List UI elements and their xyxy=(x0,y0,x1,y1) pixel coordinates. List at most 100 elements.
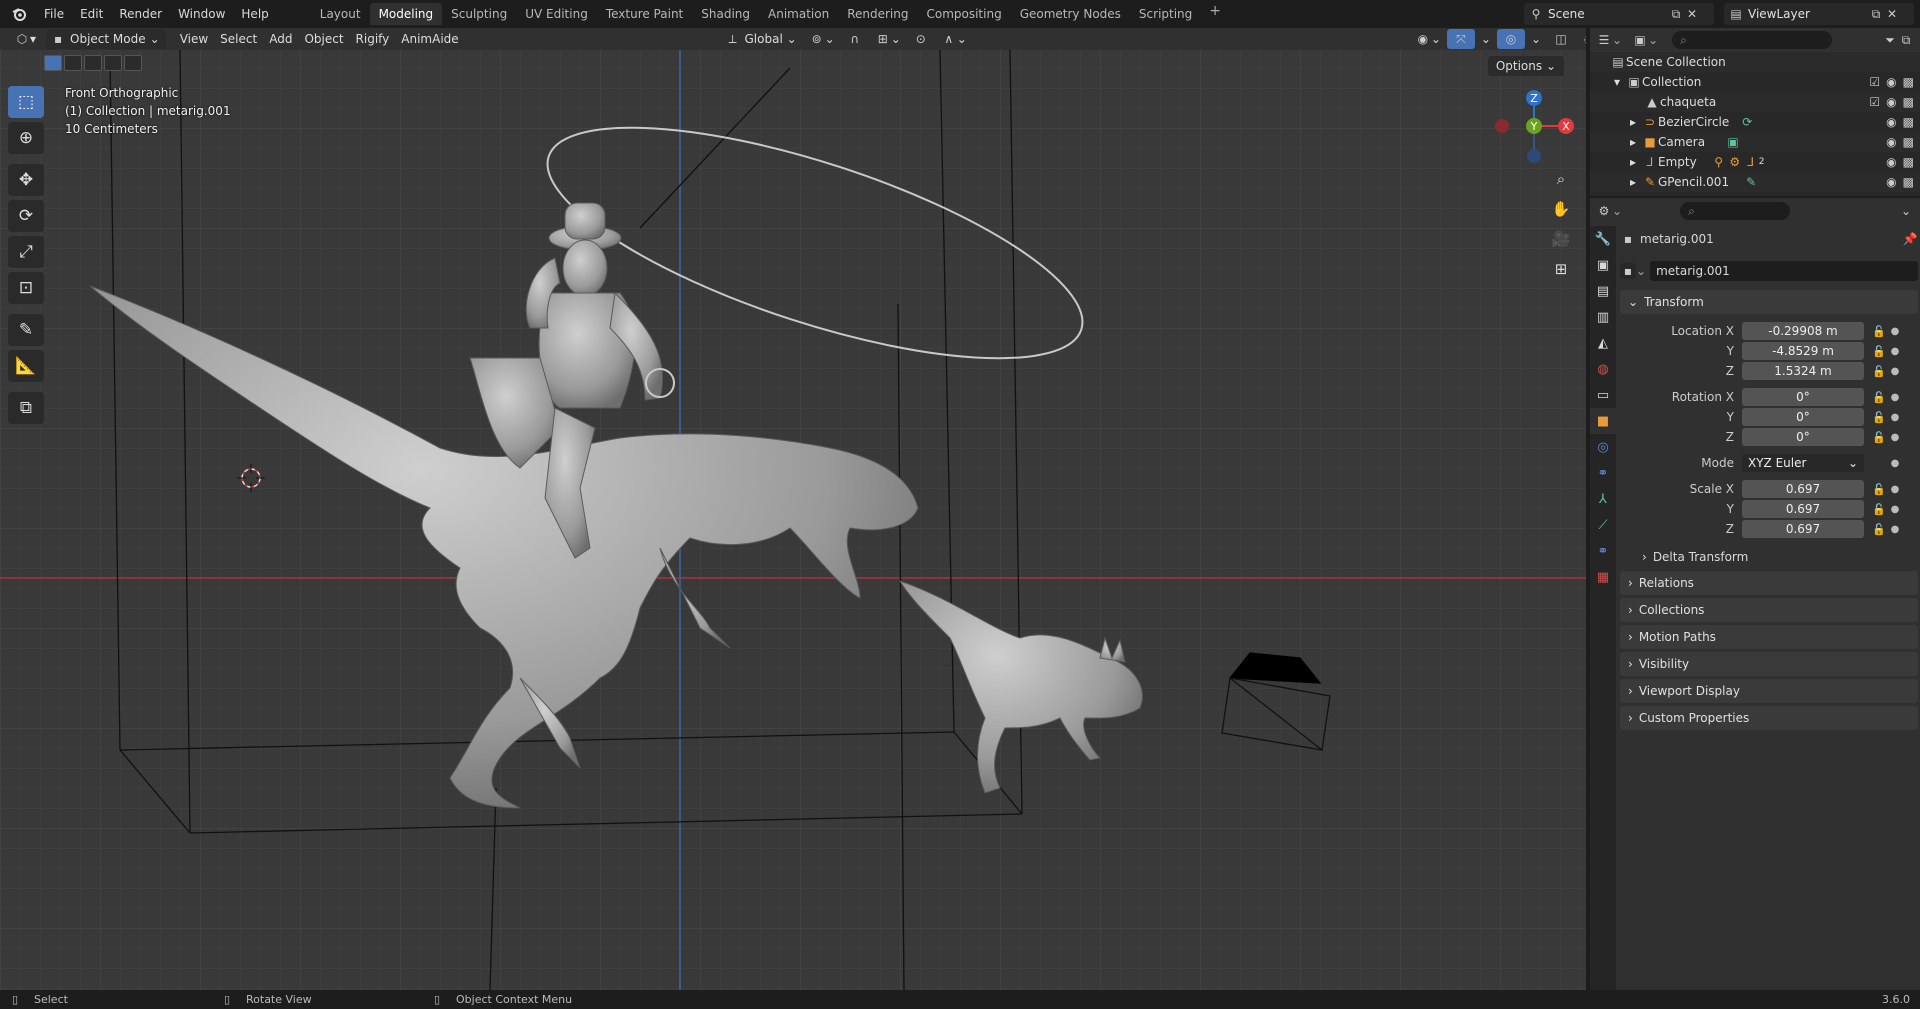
tab-output[interactable]: ▤ xyxy=(1590,278,1616,304)
keyframe-dot-icon[interactable]: ● xyxy=(1888,326,1902,337)
menu-object[interactable]: Object xyxy=(298,29,349,49)
viewport-display-panel-header[interactable]: › Viewport Display xyxy=(1620,679,1918,703)
menu-rigify[interactable]: Rigify xyxy=(350,29,396,49)
camera-render-icon[interactable]: ▩ xyxy=(1903,115,1914,129)
outliner-row-scene-collection[interactable]: ▤ Scene Collection xyxy=(1590,52,1920,72)
expand-arrow-icon[interactable]: ▸ xyxy=(1630,115,1642,129)
outliner-row-chaqueta[interactable]: ▲ chaqueta ☑ ◉ ▩ xyxy=(1590,92,1920,112)
xray-toggle[interactable]: ◫ xyxy=(1547,29,1575,49)
eye-icon[interactable]: ◉ xyxy=(1886,115,1896,129)
pin-icon[interactable]: 📌 xyxy=(1902,231,1918,247)
menu-select[interactable]: Select xyxy=(214,29,263,49)
tab-view-layer[interactable]: ▥ xyxy=(1590,304,1616,330)
camera-render-icon[interactable]: ▩ xyxy=(1903,135,1914,149)
outliner-editor-icon[interactable]: ☰ xyxy=(1596,32,1612,48)
keyframe-dot-icon[interactable]: ● xyxy=(1888,366,1902,377)
tab-sculpting[interactable]: Sculpting xyxy=(442,3,516,25)
keyframe-dot-icon[interactable]: ● xyxy=(1888,392,1902,403)
blender-logo-icon[interactable] xyxy=(8,3,30,25)
camera-render-icon[interactable]: ▩ xyxy=(1903,155,1914,169)
tab-physics[interactable]: ◎ xyxy=(1590,434,1616,460)
filter-icon[interactable]: ⏷ xyxy=(1882,32,1898,48)
tab-compositing[interactable]: Compositing xyxy=(917,3,1010,25)
checkbox-icon[interactable]: ☑ xyxy=(1869,95,1880,109)
rotation-y-field[interactable]: 0° xyxy=(1742,408,1864,426)
scale-x-field[interactable]: 0.697 xyxy=(1742,480,1864,498)
tab-animation[interactable]: Animation xyxy=(759,3,838,25)
properties-search-input[interactable]: ⌕ xyxy=(1680,202,1791,220)
transform-tool[interactable]: ⊡ xyxy=(8,272,44,304)
outliner-row-collection[interactable]: ▾ ▣ Collection ☑ ◉ ▩ xyxy=(1590,72,1920,92)
camera-render-icon[interactable]: ▩ xyxy=(1903,175,1914,189)
rotation-x-field[interactable]: 0° xyxy=(1742,388,1864,406)
lock-icon[interactable]: 🔓 xyxy=(1870,483,1888,496)
scale-z-field[interactable]: 0.697 xyxy=(1742,520,1864,538)
outliner-row-camera[interactable]: ▸ ■ Camera ▣ ◉ ▩ xyxy=(1590,132,1920,152)
proportional-edit-toggle[interactable]: ⊙ xyxy=(907,29,935,49)
keyframe-dot-icon[interactable]: ● xyxy=(1888,504,1902,515)
select-subtract-button[interactable] xyxy=(84,55,102,71)
tab-texture-paint[interactable]: Texture Paint xyxy=(597,3,692,25)
tab-modeling[interactable]: Modeling xyxy=(369,3,443,25)
lock-icon[interactable]: 🔓 xyxy=(1870,431,1888,444)
expand-arrow-icon[interactable]: ▸ xyxy=(1630,175,1642,189)
keyframe-dot-icon[interactable]: ● xyxy=(1888,458,1902,469)
checkbox-icon[interactable]: ☑ xyxy=(1869,75,1880,89)
keyframe-dot-icon[interactable]: ● xyxy=(1888,412,1902,423)
add-cube-tool[interactable]: ⧉ xyxy=(8,392,44,424)
keyframe-dot-icon[interactable]: ● xyxy=(1888,346,1902,357)
relations-panel-header[interactable]: › Relations xyxy=(1620,571,1918,595)
select-box-tool[interactable]: ⬚ xyxy=(8,86,44,118)
location-x-field[interactable]: -0.29908 m xyxy=(1742,322,1864,340)
snap-target-button[interactable]: ⊞ ⌄ xyxy=(869,29,907,49)
location-y-field[interactable]: -4.8529 m xyxy=(1742,342,1864,360)
camera-render-icon[interactable]: ▩ xyxy=(1903,95,1914,109)
keyframe-dot-icon[interactable]: ● xyxy=(1888,484,1902,495)
location-z-field[interactable]: 1.5324 m xyxy=(1742,362,1864,380)
tab-object-data[interactable]: ⅄ xyxy=(1590,486,1616,512)
chevron-down-icon[interactable]: ⌄ xyxy=(1898,203,1914,219)
lock-icon[interactable]: 🔓 xyxy=(1870,365,1888,378)
delta-transform-subpanel[interactable]: › Delta Transform xyxy=(1620,547,1918,567)
pan-view-button[interactable]: ✋ xyxy=(1548,196,1574,222)
options-dropdown[interactable]: Options ⌄ xyxy=(1487,56,1564,76)
cursor-tool[interactable]: ⊕ xyxy=(8,122,44,154)
eye-icon[interactable]: ◉ xyxy=(1886,75,1896,89)
select-new-button[interactable] xyxy=(44,55,62,71)
menu-edit[interactable]: Edit xyxy=(72,3,111,25)
add-workspace-icon[interactable]: + xyxy=(1201,3,1229,25)
object-name-field[interactable]: metarig.001 xyxy=(1650,261,1918,281)
move-tool[interactable]: ✥ xyxy=(8,164,44,196)
menu-view[interactable]: View xyxy=(174,29,214,49)
mode-dropdown[interactable]: ▪ Object Mode ⌄ xyxy=(46,29,166,49)
motion-paths-panel-header[interactable]: › Motion Paths xyxy=(1620,625,1918,649)
select-intersect-button[interactable] xyxy=(124,55,142,71)
scale-tool[interactable]: ⤢ xyxy=(8,236,44,268)
outliner-row-empty[interactable]: ▸ ⅃ Empty ⚲ ⚙ ⅃ 2 ◉ ▩ xyxy=(1590,152,1920,172)
tab-object[interactable]: ■ xyxy=(1590,408,1616,434)
tab-scripting[interactable]: Scripting xyxy=(1130,3,1201,25)
tab-tool[interactable]: 🔧 xyxy=(1590,226,1616,252)
data-browse-icon[interactable]: ▪ xyxy=(1620,263,1636,279)
eye-icon[interactable]: ◉ xyxy=(1886,95,1896,109)
tab-geometry-nodes[interactable]: Geometry Nodes xyxy=(1011,3,1130,25)
lock-icon[interactable]: 🔓 xyxy=(1870,325,1888,338)
eye-icon[interactable]: ◉ xyxy=(1886,175,1896,189)
keyframe-dot-icon[interactable]: ● xyxy=(1888,524,1902,535)
editor-type-button[interactable]: ⬡ ▾ xyxy=(8,29,42,49)
tab-bone[interactable]: ⟋ xyxy=(1590,512,1616,538)
camera-render-icon[interactable]: ▩ xyxy=(1903,75,1914,89)
outliner-search-input[interactable]: ⌕ xyxy=(1672,31,1833,49)
lock-icon[interactable]: 🔓 xyxy=(1870,523,1888,536)
menu-animaide[interactable]: AnimAide xyxy=(395,29,464,49)
outliner-row-gpencil[interactable]: ▸ ✎ GPencil.001 ✎ ◉ ▩ xyxy=(1590,172,1920,192)
properties-editor-icon[interactable]: ⚙ xyxy=(1596,203,1612,219)
select-extend-button[interactable] xyxy=(64,55,82,71)
lock-icon[interactable]: 🔓 xyxy=(1870,391,1888,404)
eye-icon[interactable]: ◉ xyxy=(1886,155,1896,169)
gizmo-dropdown[interactable]: ⌄ xyxy=(1475,29,1497,49)
expand-arrow-icon[interactable]: ▾ xyxy=(1614,75,1626,89)
visibility-button[interactable]: ◉ ⌄ xyxy=(1409,29,1447,49)
camera-view-button[interactable]: 🎥 xyxy=(1548,226,1574,252)
menu-add[interactable]: Add xyxy=(263,29,298,49)
